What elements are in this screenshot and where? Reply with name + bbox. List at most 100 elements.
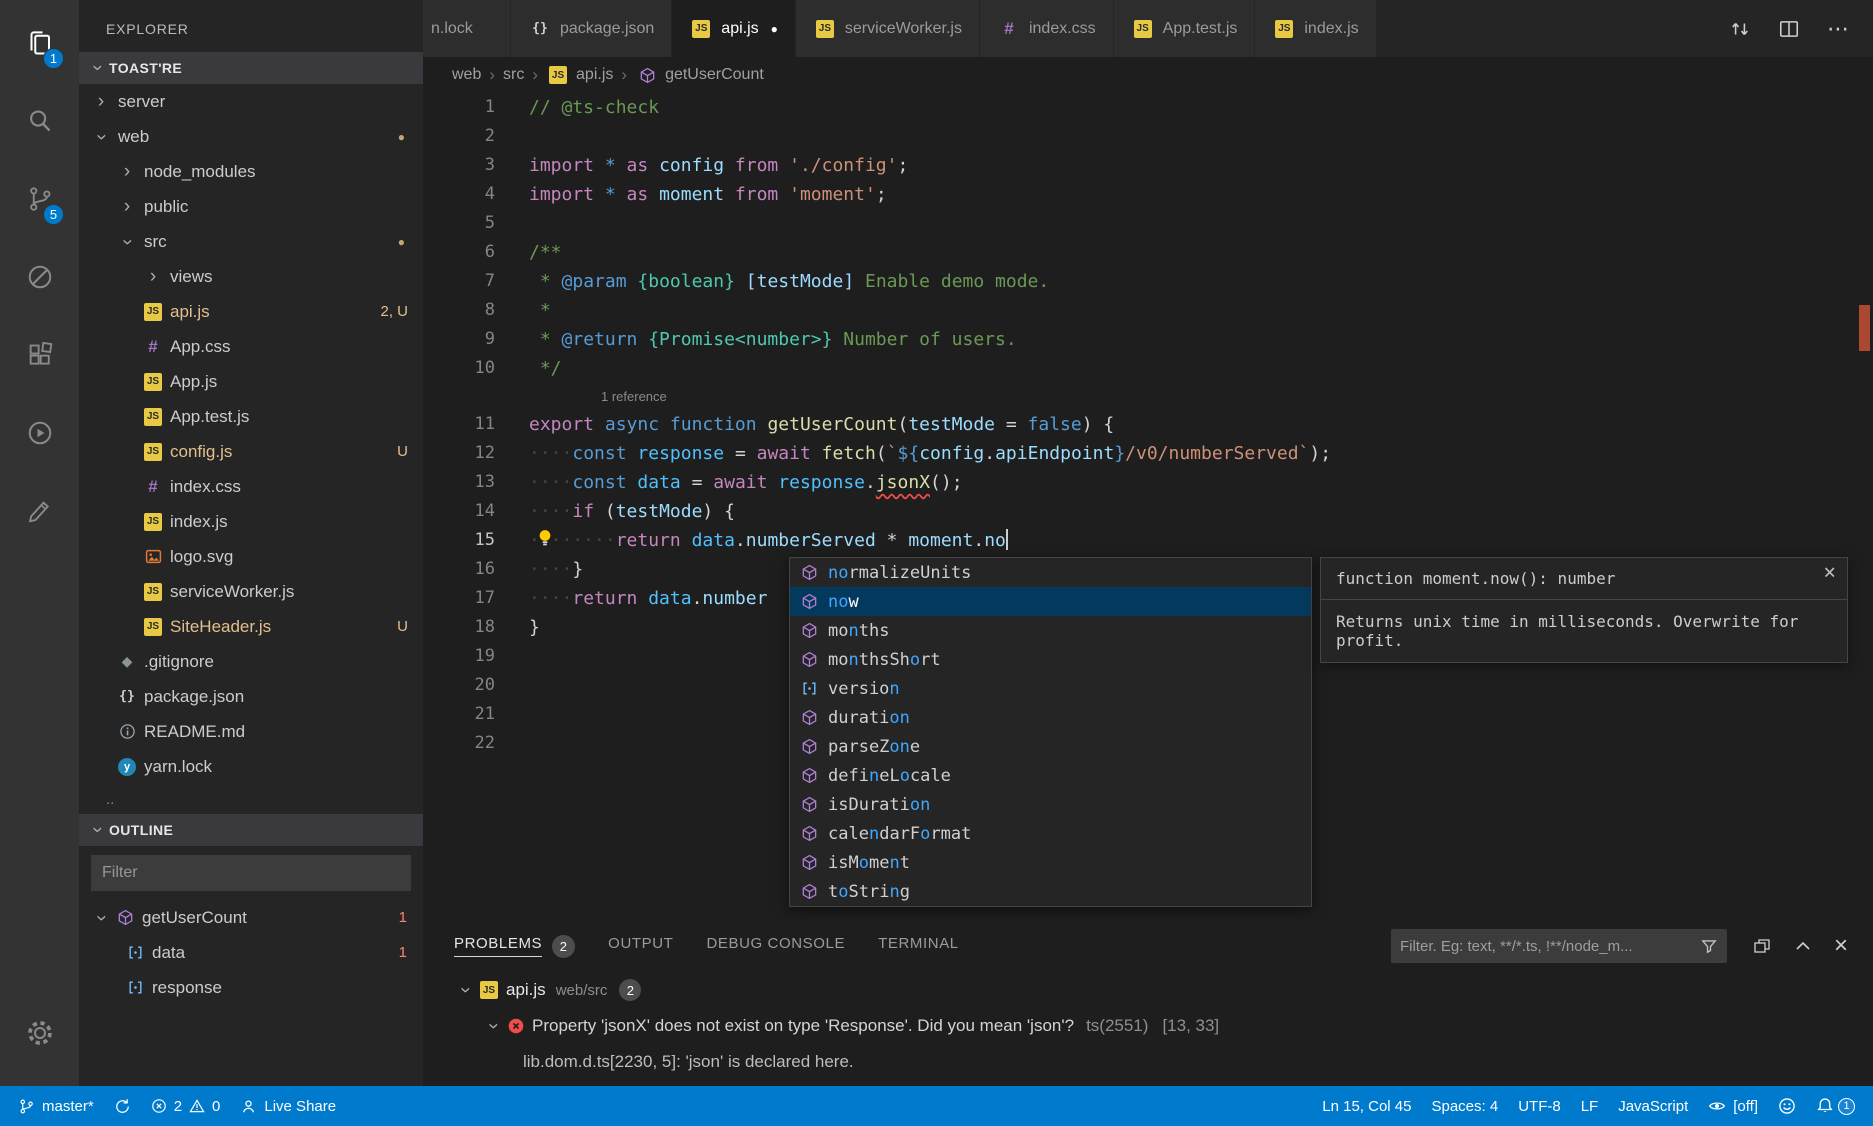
tab-app-test-js[interactable]: JSApp.test.js — [1114, 0, 1256, 57]
problems-file-row[interactable]: › JS api.js web/src 2 — [423, 972, 1873, 1008]
suggestion-now[interactable]: now — [790, 587, 1311, 616]
run-view-icon[interactable] — [0, 394, 79, 472]
tree-item-index-css[interactable]: #index.css — [79, 469, 423, 504]
code-line-4[interactable]: 4import * as moment from 'moment'; — [423, 180, 1873, 209]
line-number[interactable]: 13 — [423, 468, 495, 497]
code-line-9[interactable]: 9 * @return {Promise<number>} Number of … — [423, 325, 1873, 354]
outline-item-response[interactable]: response — [79, 970, 423, 1005]
tree-item-siteheader-js[interactable]: JSSiteHeader.jsU — [79, 609, 423, 644]
indentation-status[interactable]: Spaces: 4 — [1421, 1086, 1508, 1126]
line-number[interactable]: 2 — [423, 122, 495, 151]
circle-slash-view-icon[interactable] — [0, 238, 79, 316]
suggestion-duration[interactable]: duration — [790, 703, 1311, 732]
tree-item-package-json[interactable]: {}package.json — [79, 679, 423, 714]
code-line-14[interactable]: 14····if (testMode) { — [423, 497, 1873, 526]
tree-item-gitignore[interactable]: ◆.gitignore — [79, 644, 423, 679]
code-line-8[interactable]: 8 * — [423, 296, 1873, 325]
suggestion-isduration[interactable]: isDuration — [790, 790, 1311, 819]
settings-gear-icon[interactable] — [0, 994, 79, 1072]
suggestion-monthsshort[interactable]: monthsShort — [790, 645, 1311, 674]
suggestion-parsezone[interactable]: parseZone — [790, 732, 1311, 761]
problems-filter-input[interactable] — [1400, 938, 1700, 955]
suggestion-months[interactable]: months — [790, 616, 1311, 645]
code-line-6[interactable]: 6/** — [423, 238, 1873, 267]
line-number[interactable]: 19 — [423, 642, 495, 671]
explorer-view-icon[interactable]: 1 — [0, 4, 79, 82]
tree-item-views[interactable]: ›views — [79, 259, 423, 294]
line-number[interactable]: 9 — [423, 325, 495, 354]
code-line-11[interactable]: 11export async function getUserCount(tes… — [423, 410, 1873, 439]
line-number[interactable]: 6 — [423, 238, 495, 267]
workspace-section-header[interactable]: › TOAST'RE — [79, 52, 423, 84]
code-line-1[interactable]: 1// @ts-check — [423, 93, 1873, 122]
code-line-2[interactable]: 2 — [423, 122, 1873, 151]
suggestion-calendarformat[interactable]: calendarFormat — [790, 819, 1311, 848]
screencast-status[interactable]: [off] — [1698, 1086, 1768, 1126]
line-number[interactable]: 1 — [423, 93, 495, 122]
outline-filter-input[interactable] — [91, 855, 411, 891]
search-view-icon[interactable] — [0, 82, 79, 160]
tab-n-lock[interactable]: n.lock — [423, 0, 511, 57]
tree-item-config-js[interactable]: JSconfig.jsU — [79, 434, 423, 469]
panel-tab-debug-console[interactable]: DEBUG CONSOLE — [706, 935, 845, 957]
extensions-view-icon[interactable] — [0, 316, 79, 394]
suggestion-normalizeunits[interactable]: normalizeUnits — [790, 558, 1311, 587]
tree-item-public[interactable]: ›public — [79, 189, 423, 224]
outline-section-header[interactable]: › OUTLINE — [79, 814, 423, 846]
tree-item-serviceworker-js[interactable]: JSserviceWorker.js — [79, 574, 423, 609]
git-branch-status[interactable]: master* — [8, 1086, 104, 1126]
quick-fix-lightbulb[interactable] — [535, 528, 555, 548]
panel-tab-terminal[interactable]: TERMINAL — [878, 935, 959, 957]
line-number[interactable]: 22 — [423, 729, 495, 758]
tab-index-css[interactable]: #index.css — [980, 0, 1114, 57]
breadcrumb-item-src[interactable]: src — [503, 66, 524, 84]
code-line-13[interactable]: 13····const data = await response.jsonX(… — [423, 468, 1873, 497]
tree-item-app-test-js[interactable]: JSApp.test.js — [79, 399, 423, 434]
breadcrumb-item-api-js[interactable]: JSapi.js — [546, 66, 613, 84]
line-number[interactable]: 21 — [423, 700, 495, 729]
breadcrumb-item-web[interactable]: web — [452, 66, 481, 84]
line-number[interactable]: 18 — [423, 613, 495, 642]
tree-item-app-js[interactable]: JSApp.js — [79, 364, 423, 399]
encoding-status[interactable]: UTF-8 — [1508, 1086, 1571, 1126]
filter-icon[interactable] — [1700, 937, 1718, 955]
code-line-12[interactable]: 12····const response = await fetch(`${co… — [423, 439, 1873, 468]
problems-related-row[interactable]: lib.dom.d.ts[2230, 5]: 'json' is declare… — [423, 1044, 1873, 1080]
edit-view-icon[interactable] — [0, 472, 79, 550]
feedback-status[interactable] — [1768, 1086, 1806, 1126]
line-number[interactable]: 7 — [423, 267, 495, 296]
breadcrumb-item-getusercount[interactable]: getUserCount — [635, 65, 764, 85]
tree-item-node-modules[interactable]: ›node_modules — [79, 154, 423, 189]
tree-item-web[interactable]: ›web● — [79, 119, 423, 154]
suggestion-version[interactable]: version — [790, 674, 1311, 703]
code-line-5[interactable]: 5 — [423, 209, 1873, 238]
close-icon[interactable]: × — [1823, 562, 1836, 583]
tree-item-api-js[interactable]: JSapi.js2, U — [79, 294, 423, 329]
tab-serviceworker-js[interactable]: JSserviceWorker.js — [796, 0, 980, 57]
tree-item-server[interactable]: ›server — [79, 84, 423, 119]
outline-item-getusercount[interactable]: ›getUserCount1 — [79, 900, 423, 935]
line-number[interactable]: 20 — [423, 671, 495, 700]
cursor-position-status[interactable]: Ln 15, Col 45 — [1312, 1086, 1421, 1126]
more-actions-icon[interactable]: ⋯ — [1827, 24, 1850, 34]
notifications-status[interactable]: 1 — [1806, 1086, 1865, 1126]
panel-tab-problems[interactable]: PROBLEMS2 — [454, 935, 575, 958]
problems-error-row[interactable]: › Property 'jsonX' does not exist on typ… — [423, 1008, 1873, 1044]
maximize-panel-icon[interactable] — [1793, 936, 1813, 956]
line-number[interactable]: 3 — [423, 151, 495, 180]
line-number[interactable]: 11 — [423, 410, 495, 439]
problems-status[interactable]: 2 0 — [141, 1086, 231, 1126]
sync-status[interactable] — [104, 1086, 141, 1126]
compare-changes-icon[interactable] — [1729, 18, 1751, 40]
line-number[interactable]: 16 — [423, 555, 495, 584]
tab-index-js[interactable]: JSindex.js — [1255, 0, 1376, 57]
eol-status[interactable]: LF — [1571, 1086, 1609, 1126]
code-editor[interactable]: 1// @ts-check23import * as config from '… — [423, 93, 1873, 920]
tree-item-app-css[interactable]: #App.css — [79, 329, 423, 364]
panel-tab-output[interactable]: OUTPUT — [608, 935, 673, 957]
language-mode-status[interactable]: JavaScript — [1608, 1086, 1698, 1126]
tree-item-src[interactable]: ›src● — [79, 224, 423, 259]
codelens-references[interactable]: 1 reference — [423, 383, 1873, 410]
close-panel-icon[interactable]: × — [1834, 936, 1848, 956]
line-number[interactable]: 8 — [423, 296, 495, 325]
